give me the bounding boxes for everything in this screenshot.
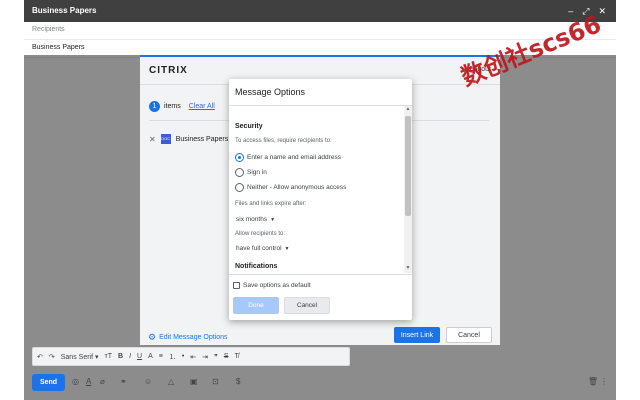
- font-select[interactable]: Sans Serif ▾: [61, 353, 99, 361]
- text-color-icon[interactable]: A: [148, 353, 153, 360]
- remove-file-icon[interactable]: ✕: [149, 135, 156, 144]
- scroll-thumb[interactable]: [405, 116, 411, 216]
- access-label: To access files, require recipients to:: [235, 138, 332, 144]
- compose-header: Business Papers – ⤢ ✕: [24, 0, 616, 22]
- compose-title: Business Papers: [32, 6, 97, 15]
- message-options-dialog: Message Options Security To access files…: [229, 79, 412, 320]
- citrix-logo: CITRIX: [149, 65, 188, 76]
- file-item: ✕ DOC Business Papers: [149, 134, 228, 144]
- expire-value: six months: [236, 216, 268, 223]
- dropdown-caret-icon: ▼: [284, 246, 290, 252]
- money-icon[interactable]: $: [236, 377, 240, 386]
- citrix-cancel-button[interactable]: Cancel: [446, 327, 492, 343]
- trash-icon[interactable]: 🗑: [588, 377, 598, 386]
- close-icon[interactable]: ✕: [598, 5, 606, 17]
- file-name: Business Papers: [175, 135, 229, 143]
- attach-file-icon[interactable]: ⌀: [100, 377, 105, 386]
- bold-icon[interactable]: B: [118, 353, 123, 360]
- italic-icon[interactable]: I: [129, 353, 131, 360]
- confidential-mode-icon[interactable]: ⊡: [212, 377, 219, 386]
- edit-message-options-link[interactable]: ⚙ Edit Message Options: [148, 332, 228, 343]
- scroll-up-icon[interactable]: ▲: [404, 106, 412, 114]
- send-button[interactable]: Send: [32, 374, 65, 391]
- font-size-icon[interactable]: тT: [105, 353, 112, 360]
- expire-select[interactable]: six months ▼: [236, 216, 275, 223]
- radio-icon: [235, 168, 244, 177]
- drive-icon[interactable]: △: [168, 377, 174, 386]
- subject-text: Business Papers: [32, 44, 85, 51]
- gear-icon: ⚙: [148, 332, 157, 342]
- checkbox-icon[interactable]: [233, 282, 240, 289]
- allow-label: Allow recipients to:: [235, 231, 286, 237]
- dropdown-caret-icon: ▼: [270, 217, 276, 223]
- done-button[interactable]: Done: [233, 297, 279, 314]
- radio-icon: [235, 183, 244, 192]
- access-option-sign-in[interactable]: Sign in: [235, 168, 267, 177]
- insert-photo-icon[interactable]: ▣: [190, 377, 198, 386]
- access-option-anonymous[interactable]: Neither - Allow anonymous access: [235, 183, 346, 192]
- items-label: items: [164, 103, 181, 110]
- document-icon: DOC: [160, 134, 171, 144]
- more-options-icon[interactable]: ⋮: [600, 377, 608, 386]
- quote-icon[interactable]: ❞: [214, 353, 218, 361]
- allow-value: have full control: [236, 245, 282, 252]
- numbered-list-icon[interactable]: ⒈: [169, 352, 176, 362]
- save-default-checkbox[interactable]: Save options as default: [233, 282, 311, 289]
- citrix-share-icon[interactable]: ◎: [72, 377, 79, 386]
- item-count-badge: 1: [149, 101, 160, 112]
- expire-label: Files and links expire after:: [235, 201, 307, 207]
- indent-less-icon[interactable]: ⇤: [190, 353, 196, 361]
- allow-select[interactable]: have full control ▼: [236, 245, 289, 252]
- access-option-name-email[interactable]: Enter a name and email address: [235, 153, 341, 162]
- option-label: Enter a name and email address: [247, 154, 341, 161]
- insert-link-icon[interactable]: ⚭: [120, 377, 127, 386]
- radio-selected-icon: [235, 153, 244, 162]
- indent-more-icon[interactable]: ⇥: [202, 353, 208, 361]
- scroll-down-icon[interactable]: ▼: [404, 265, 412, 273]
- dialog-cancel-button[interactable]: Cancel: [284, 297, 330, 314]
- edit-options-label: Edit Message Options: [159, 334, 228, 341]
- redo-icon[interactable]: ↷: [49, 353, 55, 361]
- clear-formatting-icon[interactable]: T̸: [235, 353, 239, 360]
- formatting-options-icon[interactable]: A: [86, 377, 91, 386]
- strikethrough-icon[interactable]: S: [224, 353, 229, 360]
- security-heading: Security: [235, 123, 263, 130]
- save-default-label: Save options as default: [243, 282, 311, 289]
- align-icon[interactable]: ≡: [159, 353, 163, 360]
- notifications-heading: Notifications: [235, 263, 278, 270]
- option-label: Neither - Allow anonymous access: [247, 184, 347, 191]
- recipients-placeholder: Recipients: [32, 26, 65, 33]
- underline-icon[interactable]: U: [137, 353, 142, 360]
- dialog-scrollbar[interactable]: ▲ ▼: [404, 106, 412, 273]
- emoji-icon[interactable]: ☺: [144, 377, 152, 386]
- items-summary: 1 items Clear All: [149, 101, 215, 112]
- insert-link-button[interactable]: Insert Link: [394, 327, 440, 343]
- clear-all-link[interactable]: Clear All: [189, 103, 215, 110]
- bulleted-list-icon[interactable]: •: [182, 353, 184, 360]
- compose-bottom-bar: Send ◎ A ⌀ ⚭ ☺ △ ▣ ⊡ $ 🗑 ⋮: [24, 373, 616, 393]
- dialog-title: Message Options: [235, 87, 306, 97]
- dialog-body: Security To access files, require recipi…: [229, 106, 404, 273]
- option-label: Sign in: [247, 169, 267, 176]
- divider: [229, 274, 412, 275]
- undo-icon[interactable]: ↶: [37, 353, 43, 361]
- font-label: Sans Serif: [60, 353, 94, 361]
- formatting-toolbar: ↶ ↷ Sans Serif ▾ тT B I U A ≡ ⒈ • ⇤ ⇥ ❞ …: [32, 347, 350, 366]
